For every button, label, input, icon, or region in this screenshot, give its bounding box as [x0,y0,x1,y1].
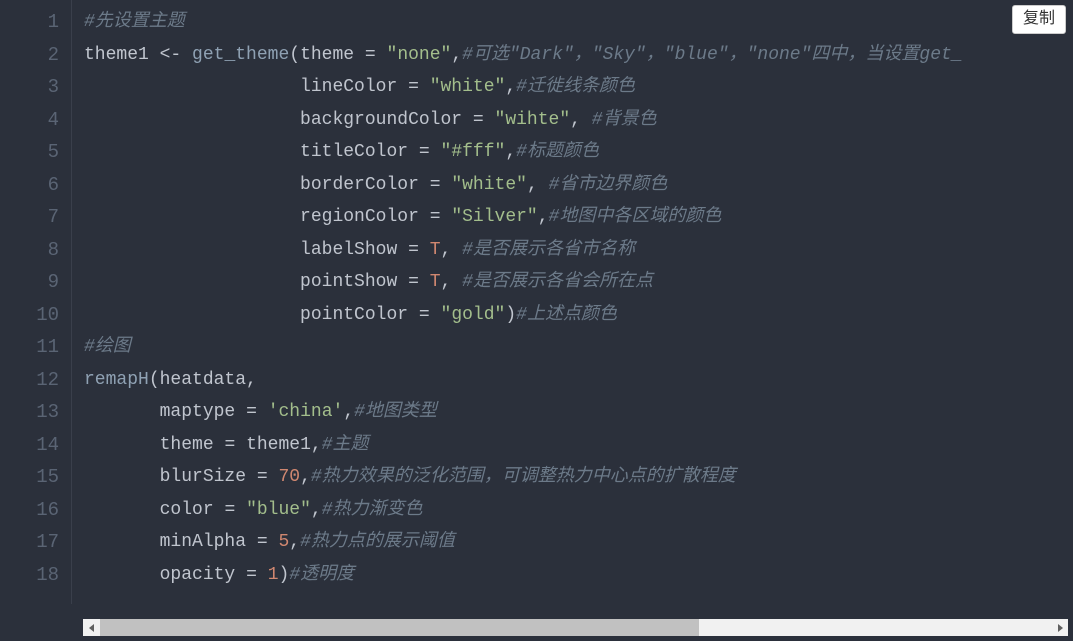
code-line: labelShow = T, #是否展示各省市名称 [84,234,1073,267]
code-line: borderColor = "white", #省市边界颜色 [84,169,1073,202]
line-number: 18 [8,559,59,592]
line-number: 5 [8,136,59,169]
code-line: theme1 <- get_theme(theme = "none",#可选"D… [84,39,1073,72]
line-number: 9 [8,266,59,299]
scrollbar-thumb[interactable] [100,619,699,636]
line-number: 10 [8,299,59,332]
line-number: 15 [8,461,59,494]
scrollbar-track[interactable] [100,619,1051,636]
horizontal-scrollbar[interactable] [83,619,1068,636]
code-line: maptype = 'china',#地图类型 [84,396,1073,429]
line-number: 8 [8,234,59,267]
code-line: minAlpha = 5,#热力点的展示阈值 [84,526,1073,559]
line-number: 4 [8,104,59,137]
line-number-gutter: 123456789101112131415161718 [0,0,72,604]
code-content[interactable]: #先设置主题theme1 <- get_theme(theme = "none"… [72,0,1073,604]
line-number: 17 [8,526,59,559]
code-line: pointColor = "gold")#上述点颜色 [84,299,1073,332]
line-number: 3 [8,71,59,104]
line-number: 2 [8,39,59,72]
line-number: 6 [8,169,59,202]
line-number: 7 [8,201,59,234]
code-line: backgroundColor = "wihte", #背景色 [84,104,1073,137]
line-number: 13 [8,396,59,429]
code-line: #先设置主题 [84,6,1073,39]
line-number: 14 [8,429,59,462]
scroll-left-arrow[interactable] [83,619,100,636]
code-line: regionColor = "Silver",#地图中各区域的颜色 [84,201,1073,234]
line-number: 16 [8,494,59,527]
code-line: #绘图 [84,331,1073,364]
line-number: 12 [8,364,59,397]
code-line: theme = theme1,#主题 [84,429,1073,462]
scroll-right-arrow[interactable] [1051,619,1068,636]
copy-button[interactable]: 复制 [1012,5,1066,34]
code-line: opacity = 1)#透明度 [84,559,1073,592]
code-line: color = "blue",#热力渐变色 [84,494,1073,527]
code-line: lineColor = "white",#迁徙线条颜色 [84,71,1073,104]
line-number: 11 [8,331,59,364]
code-line: titleColor = "#fff",#标题颜色 [84,136,1073,169]
code-line: pointShow = T, #是否展示各省会所在点 [84,266,1073,299]
code-block: 123456789101112131415161718 #先设置主题theme1… [0,0,1073,604]
code-line: blurSize = 70,#热力效果的泛化范围，可调整热力中心点的扩散程度 [84,461,1073,494]
code-line: remapH(heatdata, [84,364,1073,397]
line-number: 1 [8,6,59,39]
